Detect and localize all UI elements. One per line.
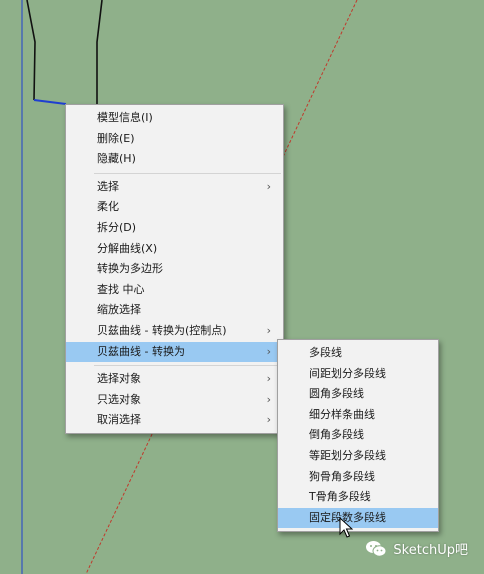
mouse-pointer-icon [339,517,353,538]
menu-item-label: 删除(E) [97,131,135,145]
menu-item-label: 贝兹曲线 - 转换为(控制点) [97,323,227,337]
menu-item-label: 查找 中心 [97,282,145,296]
menu-item-delete[interactable]: 删除(E) [66,129,283,150]
menu-item-convert-to-polygon[interactable]: 转换为多边形 [66,259,283,280]
menu-item-hide[interactable]: 隐藏(H) [66,149,283,170]
submenu-item-label: 狗骨角多段线 [309,469,375,483]
menu-item-bezier-convert-control-points[interactable]: 贝兹曲线 - 转换为(控制点) › [66,321,283,342]
menu-separator [94,172,281,174]
menu-item-select[interactable]: 选择 › [66,177,283,198]
menu-item-label: 贝兹曲线 - 转换为 [97,344,185,358]
submenu-item-dogbone-polyline[interactable]: 狗骨角多段线 [278,467,438,488]
menu-separator [94,365,281,367]
chevron-right-icon: › [266,413,271,427]
menu-item-label: 拆分(D) [97,220,137,234]
menu-item-split[interactable]: 拆分(D) [66,218,283,239]
submenu-item-fillet-polyline[interactable]: 圆角多段线 [278,384,438,405]
menu-item-select-objects[interactable]: 选择对象 › [66,369,283,390]
chevron-right-icon: › [266,179,271,193]
menu-item-label: 柔化 [97,200,119,214]
submenu-item-chamfer-polyline[interactable]: 倒角多段线 [278,425,438,446]
menu-item-model-info[interactable]: 模型信息(I) [66,108,283,129]
model-outline-left[interactable] [26,0,36,101]
menu-item-zoom-selection[interactable]: 缩放选择 [66,300,283,321]
submenu-item-subdivide-spline[interactable]: 细分样条曲线 [278,405,438,426]
submenu-item-label: 细分样条曲线 [309,407,375,421]
chevron-right-icon: › [266,344,271,358]
menu-item-explode-curve[interactable]: 分解曲线(X) [66,239,283,260]
submenu-item-label: 倒角多段线 [309,428,364,442]
submenu-item-label: T骨角多段线 [309,490,371,504]
wechat-icon [366,540,387,557]
menu-item-label: 转换为多边形 [97,262,163,276]
menu-item-find-center[interactable]: 查找 中心 [66,280,283,301]
submenu-item-label: 等距划分多段线 [309,448,386,462]
menu-item-label: 选择 [97,179,119,193]
menu-item-label: 模型信息(I) [97,111,153,124]
menu-item-soften[interactable]: 柔化 [66,197,283,218]
menu-item-label: 缩放选择 [97,303,141,317]
submenu-item-label: 间距划分多段线 [309,366,386,380]
menu-item-label: 隐藏(H) [97,152,136,166]
watermark-text: SketchUp吧 [393,543,468,558]
submenu-item-fixed-segments-polyline[interactable]: 固定段数多段线 [278,507,438,529]
submenu-item-tbone-polyline[interactable]: T骨角多段线 [278,487,438,508]
submenu-item-label: 多段线 [309,346,342,359]
menu-item-deselect[interactable]: 取消选择 › [66,410,283,431]
selected-curve[interactable] [33,99,67,105]
menu-item-select-only[interactable]: 只选对象 › [66,390,283,411]
menu-item-label: 选择对象 [97,372,141,386]
submenu-item-polyline[interactable]: 多段线 [278,343,438,364]
submenu-item-equal-divide-polyline[interactable]: 等距划分多段线 [278,446,438,467]
chevron-right-icon: › [266,323,271,337]
chevron-right-icon: › [266,372,271,386]
menu-item-bezier-convert[interactable]: 贝兹曲线 - 转换为 › [66,341,283,363]
context-menu: 模型信息(I) 删除(E) 隐藏(H) 选择 › 柔化 拆分(D) 分解曲线(X)… [65,104,284,434]
submenu-item-spacing-divide-polyline[interactable]: 间距划分多段线 [278,364,438,385]
chevron-right-icon: › [266,392,271,406]
bezier-convert-submenu: 多段线 间距划分多段线 圆角多段线 细分样条曲线 倒角多段线 等距划分多段线 狗… [277,339,439,532]
submenu-item-label: 圆角多段线 [309,387,364,401]
menu-item-label: 分解曲线(X) [97,241,158,255]
menu-item-label: 只选对象 [97,392,141,406]
model-outline-right[interactable] [96,0,103,106]
menu-item-label: 取消选择 [97,413,141,427]
watermark: SketchUp吧 [365,539,468,558]
